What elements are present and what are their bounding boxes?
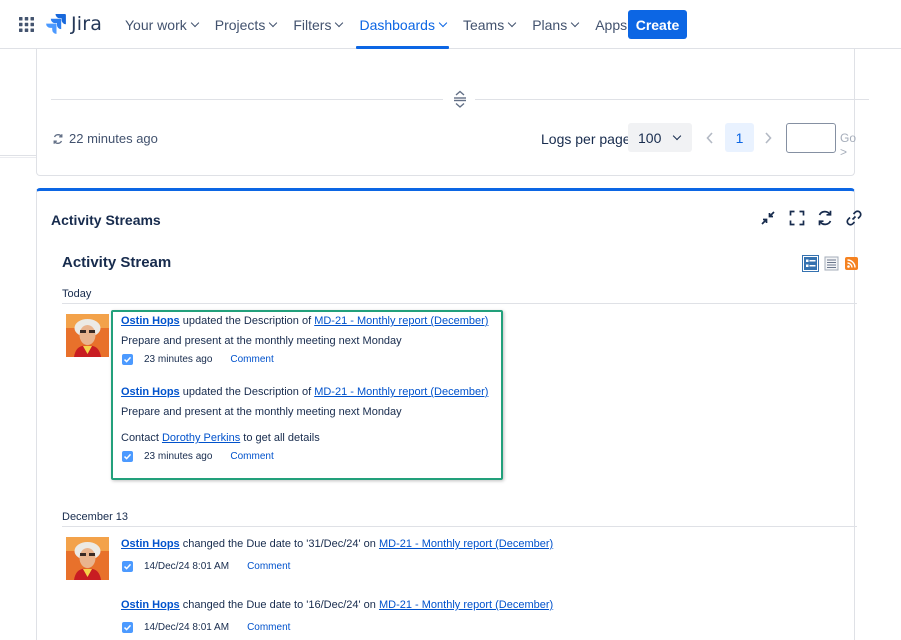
nav-label: Plans [532, 16, 568, 33]
nav-dashboards[interactable]: Dashboards [352, 0, 453, 49]
comment-link[interactable]: Comment [247, 561, 290, 572]
nav-filters[interactable]: Filters [286, 0, 349, 49]
divider [51, 99, 443, 100]
nav-plans[interactable]: Plans [525, 0, 585, 49]
chevron-right-icon[interactable] [763, 131, 773, 145]
nav-projects[interactable]: Projects [208, 0, 284, 49]
logo-text: Jira [71, 13, 103, 35]
side-divider [0, 155, 36, 156]
jira-logo[interactable]: Jira [46, 13, 102, 35]
author-link[interactable]: Ostin Hops [121, 315, 180, 327]
nav-label: Dashboards [359, 16, 435, 33]
minimize-icon[interactable] [759, 209, 777, 227]
checkbox-icon [122, 622, 133, 633]
nav-label: Your work [125, 16, 187, 33]
avatar[interactable] [66, 537, 109, 580]
top-navigation: Jira Your work Projects Filters Dashboar… [0, 0, 901, 49]
activity-streams-gadget: Activity Streams Activity Stream Today O… [36, 188, 862, 640]
logs-per-page-value: 100 [638, 129, 662, 146]
nav-teams[interactable]: Teams [456, 0, 522, 49]
checkbox-icon [122, 451, 133, 462]
comment-link[interactable]: Comment [230, 451, 273, 462]
page-jump-input[interactable] [786, 123, 836, 153]
entry-meta: 23 minutes ago Comment [122, 354, 274, 365]
last-updated-text: 22 minutes ago [69, 131, 158, 146]
comment-link[interactable]: Comment [230, 354, 273, 365]
comment-link[interactable]: Comment [247, 622, 290, 633]
refresh-icon[interactable] [52, 132, 64, 144]
contact-suffix: to get all details [240, 432, 320, 444]
chevron-down-icon [335, 18, 344, 28]
entry-description: Prepare and present at the monthly meeti… [121, 335, 402, 347]
entry-meta: 14/Dec/24 8:01 AM Comment [122, 561, 290, 572]
issue-link[interactable]: MD-21 - Monthly report (December) [379, 538, 553, 550]
activity-entry-headline: Ostin Hops updated the Description of MD… [121, 315, 488, 327]
app-grid-icon[interactable] [19, 17, 34, 32]
chevron-down-icon [570, 18, 580, 28]
resize-handle-icon[interactable] [452, 90, 468, 108]
avatar[interactable] [66, 314, 109, 357]
issue-link[interactable]: MD-21 - Monthly report (December) [314, 315, 488, 327]
chevron-down-icon [507, 18, 517, 28]
activity-entry-headline: Ostin Hops updated the Description of MD… [121, 386, 488, 398]
rss-feed-icon[interactable] [843, 255, 860, 272]
nav-label: Projects [214, 16, 266, 33]
entry-meta: 23 minutes ago Comment [122, 451, 274, 462]
entry-contact-line: Contact Dorothy Perkins to get all detai… [121, 432, 320, 444]
divider [475, 99, 869, 100]
create-button[interactable]: Create [628, 10, 687, 39]
nav-label: Filters [293, 16, 332, 33]
entry-description: Prepare and present at the monthly meeti… [121, 406, 402, 418]
divider [62, 526, 857, 527]
entry-time: 23 minutes ago [144, 354, 213, 365]
side-divider [0, 157, 36, 158]
link-icon[interactable] [845, 209, 863, 227]
issue-link[interactable]: MD-21 - Monthly report (December) [379, 599, 553, 611]
logs-gadget-panel: 22 minutes ago Logs per page: 100 1 Go > [36, 49, 869, 176]
go-button[interactable]: Go > [840, 131, 856, 159]
chevron-down-icon [438, 18, 448, 28]
full-view-icon[interactable] [802, 255, 819, 272]
activity-entry-headline: Ostin Hops changed the Due date to '31/D… [121, 538, 553, 550]
entry-time: 14/Dec/24 8:01 AM [144, 622, 230, 633]
nav-your-work[interactable]: Your work [118, 0, 205, 49]
gadget-title: Activity Streams [51, 212, 161, 228]
contact-prefix: Contact [121, 432, 162, 444]
action-text: updated the Description of [179, 315, 315, 327]
checkbox-icon [122, 561, 133, 572]
checkbox-icon [122, 354, 133, 365]
jira-logo-icon [46, 14, 66, 34]
date-header: December 13 [62, 511, 129, 523]
chevron-down-icon [269, 18, 278, 28]
chevron-down-icon [190, 18, 199, 28]
fullscreen-icon[interactable] [788, 209, 806, 227]
chevron-left-icon[interactable] [705, 131, 715, 145]
action-text: updated the Description of [179, 386, 315, 398]
chevron-down-icon [673, 131, 682, 141]
logs-per-page-label: Logs per page: [541, 131, 635, 147]
entry-time: 14/Dec/24 8:01 AM [144, 561, 230, 572]
action-text: changed the Due date to '16/Dec/24' on [179, 599, 379, 611]
date-header: Today [62, 288, 92, 300]
contact-link[interactable]: Dorothy Perkins [162, 432, 240, 444]
page-number-current[interactable]: 1 [725, 123, 754, 152]
logs-per-page-select[interactable]: 100 [628, 123, 692, 152]
author-link[interactable]: Ostin Hops [121, 599, 180, 611]
activity-entry-headline: Ostin Hops changed the Due date to '16/D… [121, 599, 553, 611]
activity-stream-title: Activity Stream [62, 254, 172, 271]
list-view-icon[interactable] [823, 255, 840, 272]
issue-link[interactable]: MD-21 - Monthly report (December) [314, 386, 488, 398]
action-text: changed the Due date to '31/Dec/24' on [179, 538, 379, 550]
entry-meta: 14/Dec/24 8:01 AM Comment [122, 622, 290, 633]
divider [62, 303, 857, 304]
author-link[interactable]: Ostin Hops [121, 386, 180, 398]
nav-label: Apps [595, 16, 628, 33]
refresh-gadget-icon[interactable] [816, 209, 834, 227]
nav-label: Teams [462, 16, 505, 33]
nav-items: Your work Projects Filters Dashboards Te… [118, 0, 648, 49]
entry-time: 23 minutes ago [144, 451, 213, 462]
author-link[interactable]: Ostin Hops [121, 538, 180, 550]
